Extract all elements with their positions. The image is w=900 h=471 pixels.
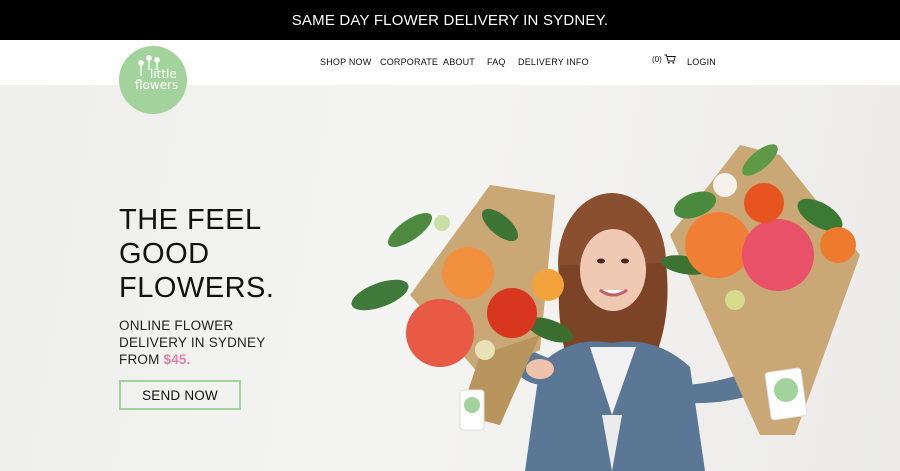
- subline-line-1: ONLINE FLOWER: [119, 318, 234, 333]
- headline-line-2: GOOD: [119, 238, 210, 270]
- hero-subline: ONLINE FLOWER DELIVERY IN SYDNEY FROM $4…: [119, 317, 265, 368]
- nav-faq[interactable]: FAQ: [487, 57, 506, 67]
- nav-login[interactable]: LOGIN: [687, 57, 716, 67]
- subline-line-2: DELIVERY IN SYDNEY: [119, 335, 266, 350]
- logo-line2: flowers: [135, 78, 179, 92]
- cart-link[interactable]: (0): [652, 54, 676, 64]
- hero-photo-woman-with-bouquets: [351, 144, 860, 471]
- site-logo[interactable]: little flowers: [119, 46, 187, 114]
- announcement-bar: SAME DAY FLOWER DELIVERY IN SYDNEY.: [0, 0, 900, 40]
- hero-section: THE FEEL GOOD FLOWERS. ONLINE FLOWER DEL…: [0, 85, 900, 471]
- send-now-button[interactable]: SEND NOW: [119, 380, 241, 410]
- cart-count: (0): [652, 54, 662, 64]
- nav-delivery-info[interactable]: DELIVERY INFO: [518, 57, 589, 67]
- nav-corporate[interactable]: CORPORATE: [380, 57, 438, 67]
- subline-from: FROM: [119, 352, 164, 367]
- nav-about[interactable]: ABOUT: [443, 57, 475, 67]
- price-text: $45.: [163, 352, 191, 367]
- nav-shop-now[interactable]: SHOP NOW: [320, 57, 371, 67]
- announcement-text: SAME DAY FLOWER DELIVERY IN SYDNEY.: [291, 11, 609, 29]
- cart-icon: [664, 54, 676, 64]
- subline-line-3: FROM $45.: [119, 351, 265, 368]
- headline-line-3: FLOWERS.: [119, 272, 275, 304]
- headline-line-1: THE FEEL: [119, 204, 262, 236]
- hero-headline: THE FEEL GOOD FLOWERS.: [119, 203, 274, 305]
